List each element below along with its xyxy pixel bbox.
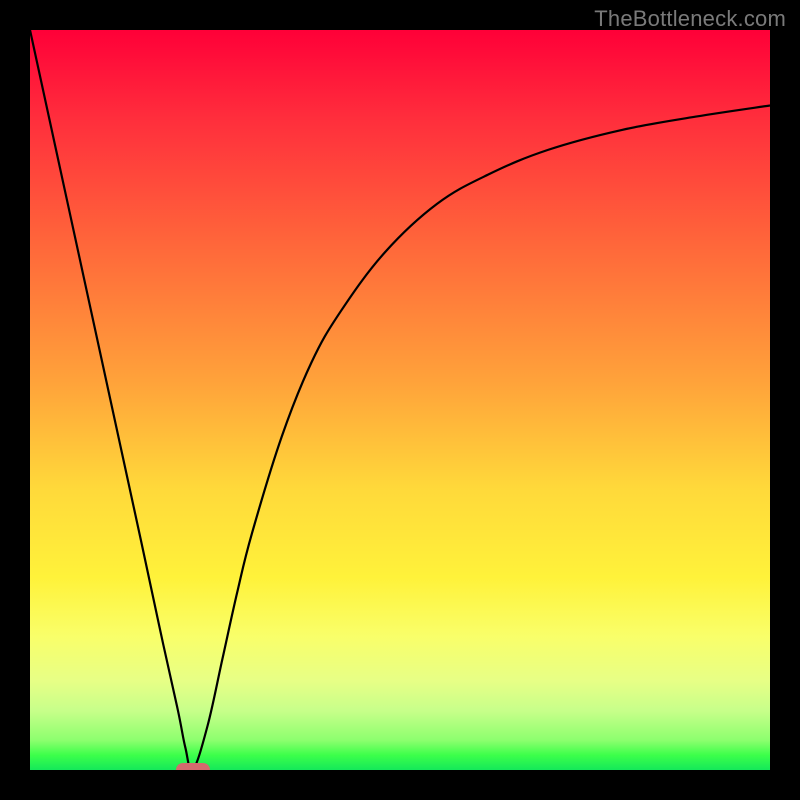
chart-frame <box>0 0 800 800</box>
min-marker <box>176 763 210 770</box>
watermark-text: TheBottleneck.com <box>594 6 786 32</box>
curve-path <box>30 30 770 770</box>
chart-gradient-area <box>30 30 770 770</box>
bottleneck-curve <box>30 30 770 770</box>
